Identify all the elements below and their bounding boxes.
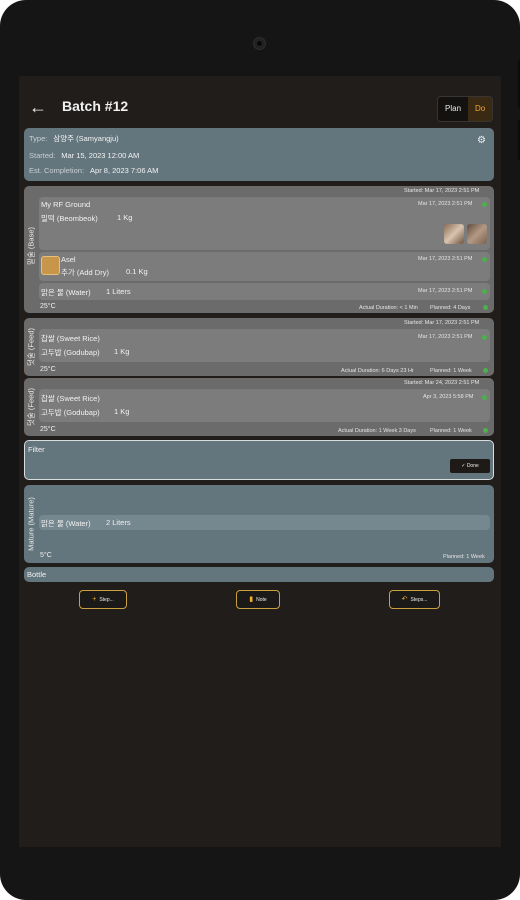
ingredient-item[interactable]: 찹쌀 (Sweet Rice) 고두밥 (Godubap) 1 Kg Mar 1… [39,329,490,362]
status-dot [482,335,487,340]
steps-button[interactable]: ↶ Steps... [389,590,440,609]
status-dot [483,428,488,433]
note-icon: ▮ [249,596,254,603]
app-screen: ← Batch #12 Plan Do Type: 삼양주 (Samyangju)… [19,76,501,847]
item-time: Mar 17, 2023 2:51 PM [418,201,473,207]
item-title: Asel [61,255,76,264]
stage-feed-label: 덧술 (Feed) [26,327,36,366]
add-note-label: Note [256,597,267,603]
item-title: My RF Ground [41,200,91,209]
stage-planned: Planned: 1 Week [430,368,472,374]
item-name: 고두밥 (Godubap) [41,408,100,417]
arrow-left-icon[interactable]: ← [28,97,48,117]
done-button[interactable]: ✓ Done [450,459,490,473]
stage-mature[interactable]: Mature (Mature) 맑은 물 (Water) 2 Liters 5°… [24,485,494,563]
yeast-icon [41,256,60,275]
status-dot [482,395,487,400]
stage-filter[interactable]: Filter ✓ Done [24,440,494,480]
stage-bottle[interactable]: Bottle [24,567,494,582]
page-title: Batch #12 [62,98,129,114]
stage-planned: Planned: 1 Week [443,554,485,560]
plan-do-toggle[interactable]: Plan Do [437,96,494,122]
item-name: 찹쌀 (Sweet Rice) [41,334,100,343]
item-qty: 1 Liters [106,287,131,296]
add-note-button[interactable]: ▮ Note [236,590,280,609]
photo-thumbnail[interactable] [444,224,464,244]
add-step-label: Step... [99,597,114,603]
item-qty: 0.1 Kg [126,267,148,276]
stage-filter-label: Filter [28,445,45,454]
check-icon: ✓ [461,463,466,469]
stage-planned: Planned: 4 Days [430,305,471,311]
stage-duration: Actual Duration: 6 Days 23 Hr [341,368,414,374]
batch-info-card: Type: 삼양주 (Samyangju) Started: Mar 15, 202… [24,128,494,181]
status-dot [483,368,488,373]
item-time: Mar 17, 2023 2:51 PM [418,256,473,262]
stage-feed-label: 덧술 (Feed) [26,387,36,426]
ingredient-item[interactable]: 맑은 물 (Water) 2 Liters [39,515,490,530]
add-step-button[interactable]: + Step... [79,590,127,609]
item-time: Mar 17, 2023 2:51 PM [418,334,473,340]
stage-bottle-label: Bottle [27,570,47,579]
stage-duration: Actual Duration: < 1 Min [359,305,418,311]
item-time: Mar 17, 2023 2:51 PM [418,288,473,294]
item-name: 추가 (Add Dry) [61,268,109,277]
ingredient-item[interactable]: Asel 추가 (Add Dry) 0.1 Kg Mar 17, 2023 2:… [39,252,490,281]
camera [253,37,266,50]
completion-label: Est. Completion: [29,166,85,175]
completion-value: Apr 8, 2023 7:06 AM [90,166,159,175]
stage-mature-label: Mature (Mature) [26,497,36,551]
stage-started: Started: Mar 24, 2023 2:51 PM [404,380,480,386]
item-name: 맑은 물 (Water) [41,519,91,528]
item-qty: 1 Kg [114,347,130,356]
stage-base-label: 밑술 (Base) [26,227,36,265]
ingredient-item[interactable]: My RF Ground 밀떡 (Beombeok) 1 Kg Mar 17, … [39,197,490,250]
item-qty: 1 Kg [117,213,133,222]
steps-label: Steps... [410,597,428,603]
done-label: Done [466,463,479,469]
stage-planned: Planned: 1 Week [430,428,472,434]
stage-temp: 25°C [40,303,56,310]
plus-icon: + [92,596,97,603]
undo-icon: ↶ [401,596,408,603]
status-dot [482,257,487,262]
type-value: 삼양주 (Samyangju) [53,134,119,143]
status-dot [483,305,488,310]
stage-feed-2[interactable]: 덧술 (Feed) Started: Mar 24, 2023 2:51 PM … [24,378,494,436]
ingredient-item[interactable]: 맑은 물 (Water) 1 Liters Mar 17, 2023 2:51 … [39,283,490,300]
toggle-do[interactable]: Do [468,97,493,121]
item-name: 밀떡 (Beombeok) [41,214,98,223]
item-time: Apr 3, 2023 5:58 PM [423,394,474,400]
type-label: Type: [29,134,48,143]
status-dot [482,289,487,294]
started-label: Started: [29,151,56,160]
stage-base-started: Started: Mar 17, 2023 2:51 PM [404,188,480,194]
stage-started: Started: Mar 17, 2023 2:51 PM [404,320,480,326]
status-dot [482,202,487,207]
stage-base[interactable]: 밑술 (Base) Started: Mar 17, 2023 2:51 PM … [24,186,494,313]
top-bar: ← Batch #12 Plan Do [19,90,501,126]
stage-feed-1[interactable]: 덧술 (Feed) Started: Mar 17, 2023 2:51 PM … [24,318,494,376]
stage-temp: 25°C [40,426,56,433]
item-name: 고두밥 (Godubap) [41,348,100,357]
item-qty: 1 Kg [114,407,130,416]
item-qty: 2 Liters [106,518,131,527]
photo-thumbnail[interactable] [467,224,487,244]
item-name: 맑은 물 (Water) [41,288,91,297]
started-value: Mar 15, 2023 12:00 AM [61,151,140,160]
stage-temp: 5°C [40,552,52,559]
gear-icon[interactable]: ⚙ [477,135,486,146]
ingredient-item[interactable]: 찹쌀 (Sweet Rice) 고두밥 (Godubap) 1 Kg Apr 3… [39,389,490,422]
tablet-frame: ← Batch #12 Plan Do Type: 삼양주 (Samyangju)… [0,0,520,900]
stage-duration: Actual Duration: 1 Week 3 Days [338,428,416,434]
toggle-plan[interactable]: Plan [438,97,469,121]
item-name: 찹쌀 (Sweet Rice) [41,394,100,403]
stage-temp: 25°C [40,366,56,373]
